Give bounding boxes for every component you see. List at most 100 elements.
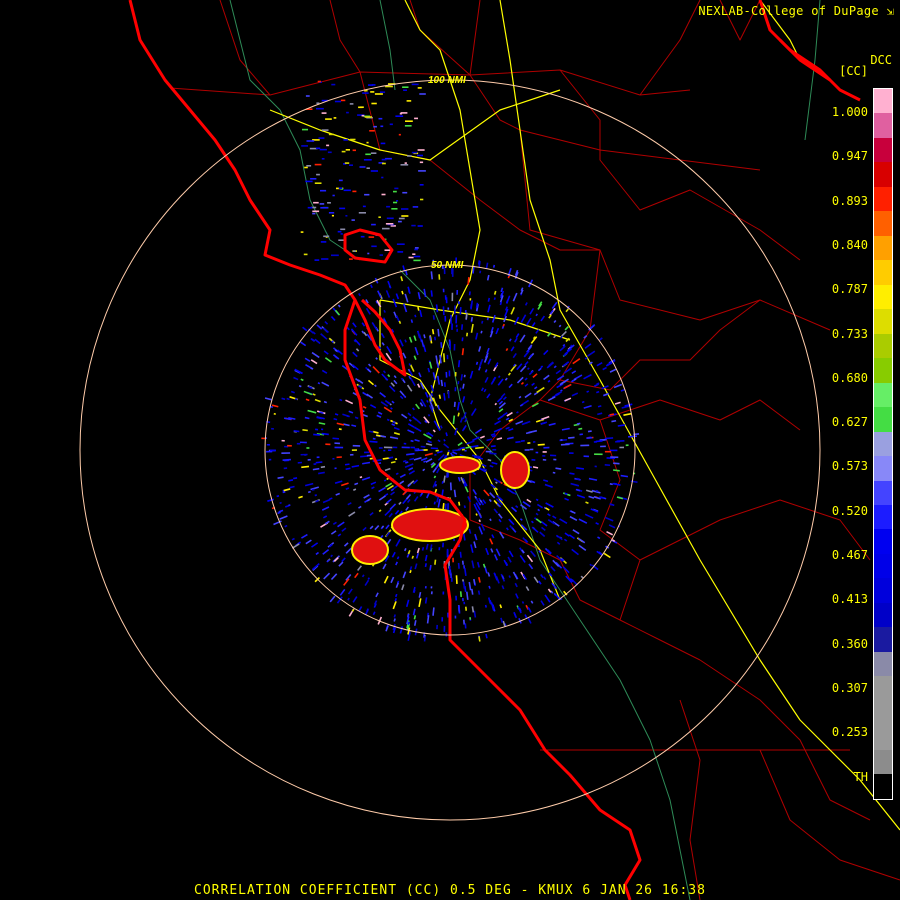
radar-echo <box>543 446 550 449</box>
radar-echo <box>479 358 484 368</box>
radar-echo <box>484 369 488 373</box>
radar-echo <box>351 364 359 371</box>
radar-echo <box>334 413 339 416</box>
radar-echo <box>322 498 331 504</box>
radar-echo <box>383 479 387 482</box>
radar-echo <box>408 375 412 380</box>
radar-echo <box>300 231 304 233</box>
radar-echo <box>417 292 421 300</box>
radar-echo <box>499 301 503 306</box>
radar-echo <box>383 309 386 313</box>
radar-echo <box>456 401 460 411</box>
radar-echo <box>435 355 439 365</box>
radar-echo <box>511 506 518 513</box>
radar-echo <box>369 130 375 132</box>
radar-echo <box>522 399 530 405</box>
radar-echo <box>620 388 625 392</box>
radar-echo <box>349 164 353 166</box>
radar-echo <box>540 574 544 579</box>
radar-echo <box>316 324 323 330</box>
radar-echo <box>444 315 447 322</box>
radar-echo <box>500 393 506 398</box>
radar-echo <box>416 547 420 554</box>
radar-echo <box>440 425 443 429</box>
radar-echo <box>536 503 544 509</box>
radar-echo <box>411 555 415 559</box>
radar-echo <box>374 93 383 95</box>
radar-echo <box>625 444 629 447</box>
radar-echo <box>305 180 313 183</box>
radar-echo <box>294 398 298 401</box>
radar-echo <box>334 442 340 445</box>
radar-echo <box>436 375 441 385</box>
highway-line <box>404 0 481 431</box>
radar-echo <box>550 454 557 457</box>
radar-echo <box>304 416 310 420</box>
radar-echo <box>436 468 441 474</box>
radar-echo-core <box>439 456 481 474</box>
radar-echo <box>436 624 438 630</box>
radar-echo <box>584 343 592 349</box>
radar-echo <box>594 465 597 468</box>
radar-echo <box>367 368 372 373</box>
radar-echo <box>410 319 414 324</box>
radar-echo <box>445 297 448 304</box>
radar-echo <box>529 307 535 315</box>
radar-echo <box>364 451 370 454</box>
highway-line <box>269 89 561 161</box>
radar-echo <box>369 404 377 409</box>
radar-echo <box>600 445 606 448</box>
radar-echo <box>407 412 412 417</box>
radar-echo <box>401 215 409 217</box>
radar-echo <box>325 443 331 446</box>
radar-echo <box>418 591 422 598</box>
radar-echo <box>521 421 528 426</box>
radar-echo <box>560 389 563 392</box>
radar-echo <box>316 173 320 176</box>
radar-echo <box>490 445 496 448</box>
radar-echo <box>311 351 320 359</box>
radar-echo <box>310 359 318 365</box>
radar-echo <box>323 235 330 238</box>
radar-echo <box>498 400 504 405</box>
radar-echo <box>315 428 319 431</box>
radar-echo <box>448 370 451 377</box>
radar-echo <box>512 292 518 302</box>
radar-echo <box>514 582 518 588</box>
radar-echo <box>321 369 328 374</box>
radar-echo <box>504 377 508 381</box>
radar-echo <box>395 293 400 300</box>
radar-echo <box>368 84 373 86</box>
radar-echo <box>412 407 415 411</box>
radar-echo <box>363 159 372 161</box>
radar-echo <box>505 348 509 352</box>
county-line <box>329 0 361 73</box>
radar-echo <box>488 585 491 589</box>
radar-echo <box>281 439 285 442</box>
radar-echo <box>544 594 551 603</box>
radar-echo <box>548 422 556 426</box>
radar-echo <box>403 548 407 552</box>
county-line <box>539 249 801 431</box>
radar-echo <box>382 563 387 570</box>
radar-echo-core <box>500 451 530 489</box>
radar-echo <box>493 290 497 295</box>
radar-echo <box>345 215 348 217</box>
radar-echo <box>345 547 352 554</box>
radar-echo <box>315 461 323 464</box>
radar-echo <box>464 486 469 493</box>
radar-echo <box>432 607 435 616</box>
radar-echo <box>528 563 534 570</box>
radar-echo <box>494 402 498 406</box>
radar-echo <box>305 539 312 545</box>
radar-echo <box>587 350 596 357</box>
color-scale-label: 0.680 <box>831 370 868 385</box>
radar-echo <box>508 575 511 578</box>
radar-echo <box>401 208 409 210</box>
radar-echo <box>547 379 551 383</box>
credit-link[interactable]: NEXLAB-College of DuPage ⇲ <box>698 4 894 18</box>
radar-echo <box>438 394 442 399</box>
radar-echo <box>472 488 478 496</box>
radar-echo <box>358 505 362 509</box>
radar-echo <box>334 100 342 103</box>
